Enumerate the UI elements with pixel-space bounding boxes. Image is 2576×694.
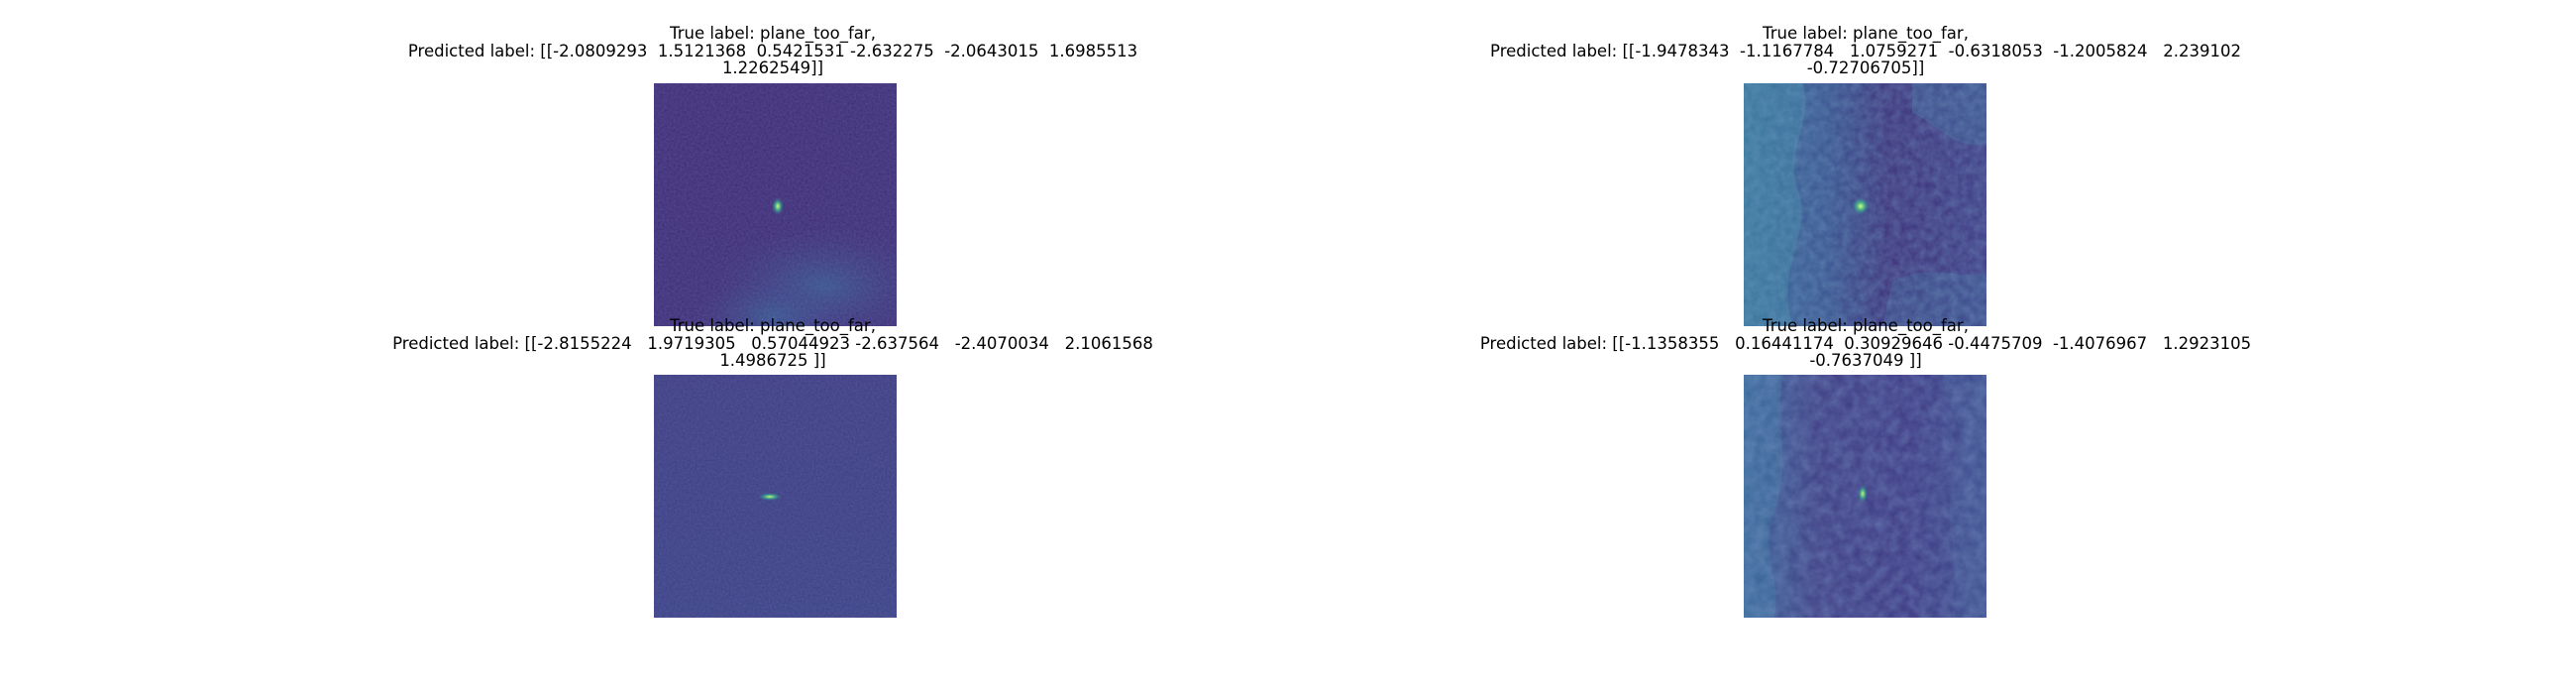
predicted-label-line-cont: 1.4986725 ]] xyxy=(719,351,826,370)
sky-image xyxy=(654,375,897,618)
sky-image-canvas xyxy=(654,83,897,326)
sky-image xyxy=(654,83,897,326)
aircraft-spot xyxy=(772,197,784,215)
predicted-label-line: Predicted label: [[-1.9478343 -1.1167784… xyxy=(1490,41,2241,60)
true-label-line: True label: plane_too_far, xyxy=(1763,316,1969,335)
predicted-label-line: Predicted label: [[-2.0809293 1.5121368 … xyxy=(407,41,1138,60)
predicted-label-line-cont: 1.2262549]] xyxy=(721,58,824,77)
predicted-label-line-cont: -0.7637049 ]] xyxy=(1809,351,1922,370)
aircraft-spot xyxy=(758,493,782,501)
sky-image xyxy=(1744,375,1986,618)
aircraft-spot xyxy=(1858,485,1868,503)
true-label-line: True label: plane_too_far, xyxy=(670,316,876,335)
sky-image-canvas xyxy=(1744,375,1986,618)
predicted-label-line: Predicted label: [[-2.8155224 1.9719305 … xyxy=(392,333,1153,353)
predicted-label-line: Predicted label: [[-1.1358355 0.16441174… xyxy=(1479,333,2252,353)
panel-title: True label: plane_too_far, Predicted lab… xyxy=(376,317,1169,370)
predicted-label-line-cont: -0.72706705]] xyxy=(1806,58,1925,77)
sky-image xyxy=(1744,83,1986,326)
panel-title: True label: plane_too_far, Predicted lab… xyxy=(1469,25,2262,77)
sky-image-canvas xyxy=(1744,83,1986,326)
panel-title: True label: plane_too_far, Predicted lab… xyxy=(1469,317,2262,370)
sky-image-canvas xyxy=(654,375,897,618)
aircraft-spot xyxy=(1852,197,1870,215)
panel-title: True label: plane_too_far, Predicted lab… xyxy=(376,25,1169,77)
true-label-line: True label: plane_too_far, xyxy=(1763,24,1969,43)
true-label-line: True label: plane_too_far, xyxy=(670,24,876,43)
